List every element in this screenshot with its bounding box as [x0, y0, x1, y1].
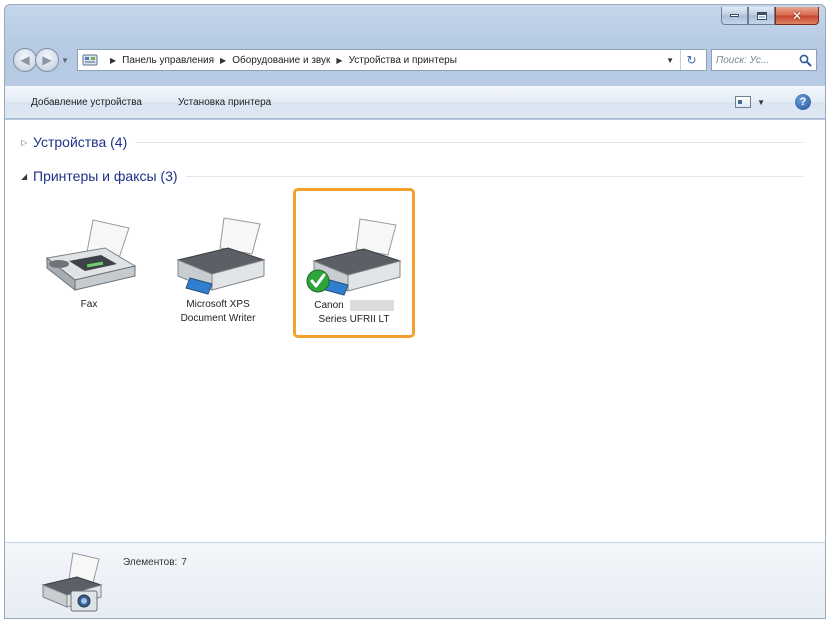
- group-printers-faxes[interactable]: ◢ Принтеры и факсы (3): [21, 166, 803, 186]
- address-dropdown[interactable]: ▼: [666, 56, 674, 65]
- caption-buttons: ✕: [721, 7, 819, 25]
- back-button[interactable]: ◀: [13, 48, 37, 72]
- devices-printers-icon: [41, 552, 103, 612]
- back-arrow-icon: ◀: [20, 53, 30, 67]
- search-placeholder: Поиск: Ус...: [716, 54, 770, 66]
- group-devices[interactable]: ▷ Устройства (4): [21, 132, 803, 152]
- maximize-button[interactable]: [748, 7, 775, 25]
- printer-icon: [306, 218, 402, 296]
- explorer-window: ✕ ◀ ▶ ▼ ▶ Панель управления ▶ Оборудован…: [4, 4, 826, 619]
- recent-pages-dropdown[interactable]: ▼: [61, 56, 71, 65]
- breadcrumb-label: Устройства и принтеры: [348, 54, 457, 66]
- default-printer-check-icon: [306, 269, 330, 293]
- printer-name-line2: Series UFRII LT: [318, 314, 390, 325]
- forward-arrow-icon: ▶: [42, 53, 52, 67]
- view-options-icon[interactable]: [735, 96, 752, 108]
- magnifier-icon[interactable]: [799, 54, 812, 67]
- minimize-button[interactable]: [721, 7, 748, 25]
- devices-content-pane: ▷ Устройства (4) ◢ Принтеры и факсы (3) …: [5, 120, 825, 542]
- minimize-icon: [730, 14, 739, 17]
- breadcrumb-label: Оборудование и звук: [232, 54, 331, 66]
- printer-item-canon[interactable]: Canon Series UFRII LT: [293, 188, 415, 338]
- breadcrumb-hardware-sound[interactable]: Оборудование и звук: [232, 55, 330, 66]
- close-icon: ✕: [791, 8, 803, 23]
- item-count-value: 7: [181, 557, 187, 568]
- breadcrumb-control-panel[interactable]: Панель управления: [122, 55, 214, 66]
- command-bar: Добавление устройства Установка принтера…: [5, 85, 825, 119]
- printer-name-line1-row: Canon: [314, 299, 394, 313]
- fax-machine-icon: [45, 219, 137, 292]
- printer-label: Canon Series UFRII LT: [314, 299, 394, 327]
- toolbar-right: ▼ ?: [735, 94, 811, 110]
- breadcrumb-separator[interactable]: ▶: [220, 56, 226, 65]
- navigation-row: ◀ ▶ ▼ ▶ Панель управления ▶ Оборудование…: [13, 47, 817, 73]
- breadcrumb-separator[interactable]: ▶: [110, 56, 116, 65]
- printer-name-line1: Fax: [80, 299, 98, 310]
- printer-item-xps[interactable]: Microsoft XPS Document Writer: [157, 190, 279, 340]
- control-panel-icon: [82, 54, 98, 66]
- printer-name-line1: Microsoft XPS: [186, 299, 250, 310]
- printer-label: Microsoft XPS Document Writer: [181, 298, 256, 326]
- group-devices-label: Устройства (4): [33, 134, 128, 150]
- collapsed-arrow-icon: ▷: [21, 137, 28, 147]
- breadcrumb-devices-printers[interactable]: Устройства и принтеры: [349, 55, 457, 66]
- item-count: Элементов: 7: [123, 557, 187, 568]
- printer-icon: [176, 217, 266, 295]
- printer-name-line1: Canon: [314, 300, 344, 311]
- printer-name-line2: Document Writer: [180, 313, 256, 324]
- address-bar[interactable]: ▶ Панель управления ▶ Оборудование и зву…: [77, 49, 707, 71]
- printer-item-fax[interactable]: Fax: [28, 190, 150, 340]
- refresh-button[interactable]: ↻: [680, 50, 702, 70]
- item-count-label: Элементов:: [123, 557, 178, 568]
- help-icon[interactable]: ?: [795, 94, 811, 110]
- group-divider: [185, 175, 803, 177]
- breadcrumb-label: Панель управления: [122, 54, 215, 66]
- group-divider: [135, 141, 803, 143]
- search-box[interactable]: Поиск: Ус...: [711, 49, 817, 71]
- refresh-icon: ↻: [686, 53, 697, 67]
- breadcrumb-separator[interactable]: ▶: [336, 56, 342, 65]
- printer-label: Fax: [81, 298, 98, 312]
- group-printers-label: Принтеры и факсы (3): [33, 168, 178, 184]
- forward-button[interactable]: ▶: [35, 48, 59, 72]
- maximize-icon: [756, 11, 767, 20]
- history-buttons: ◀ ▶ ▼: [13, 48, 71, 72]
- details-pane: Элементов: 7: [5, 542, 825, 618]
- view-options-dropdown[interactable]: ▼: [757, 98, 765, 107]
- expanded-arrow-icon: ◢: [21, 171, 28, 181]
- close-button[interactable]: ✕: [775, 7, 819, 25]
- add-device-button[interactable]: Добавление устройства: [29, 94, 144, 111]
- add-printer-button[interactable]: Установка принтера: [176, 94, 273, 111]
- redacted-model-name: [349, 299, 394, 311]
